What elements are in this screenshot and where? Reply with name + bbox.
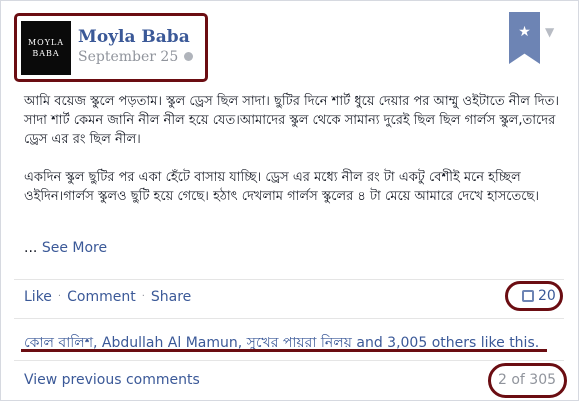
avatar-text-line2: BABA [32, 49, 60, 58]
post-body: আমি বয়েজ স্কুলে পড়তাম। স্কুল ড্রেস ছিল… [24, 92, 564, 225]
see-more-label[interactable]: See More [42, 240, 107, 256]
see-more-link[interactable]: ... See More [24, 240, 107, 256]
divider [14, 360, 564, 361]
author-name[interactable]: Moyla Baba [78, 27, 190, 47]
divider [14, 318, 564, 319]
post-paragraph-2: একদিন স্কুল ছুটির পর একা হেঁটে বাসায় যা… [24, 170, 540, 204]
chevron-down-icon[interactable]: ▼ [545, 25, 554, 39]
post-date[interactable]: September 25 [78, 49, 194, 65]
divider [14, 279, 564, 280]
comment-button[interactable]: Comment [67, 289, 136, 305]
action-separator: · [141, 291, 145, 302]
like-button[interactable]: Like [24, 289, 52, 305]
post-date-text[interactable]: September 25 [78, 49, 178, 65]
action-separator: · [57, 291, 62, 302]
comment-icon [522, 290, 534, 302]
bookmark-star-icon: ★ [518, 24, 531, 40]
comment-count-value[interactable]: 20 [538, 288, 556, 304]
avatar-text-line1: MOYLA [27, 38, 65, 47]
see-more-dots: ... [24, 240, 38, 256]
globe-icon [184, 52, 194, 61]
share-button[interactable]: Share [151, 289, 191, 305]
avatar[interactable]: MOYLA BABA [21, 21, 71, 75]
view-previous-comments-link[interactable]: View previous comments [24, 372, 200, 388]
comment-count[interactable]: 20 [522, 288, 556, 304]
post-paragraph-1: আমি বয়েজ স্কুলে পড়তাম। স্কুল ড্রেস ছিল… [24, 94, 560, 147]
annotation-likes-underline [21, 349, 547, 352]
action-bar: Like · Comment · Share [24, 289, 191, 305]
comment-pager: 2 of 305 [498, 372, 557, 388]
